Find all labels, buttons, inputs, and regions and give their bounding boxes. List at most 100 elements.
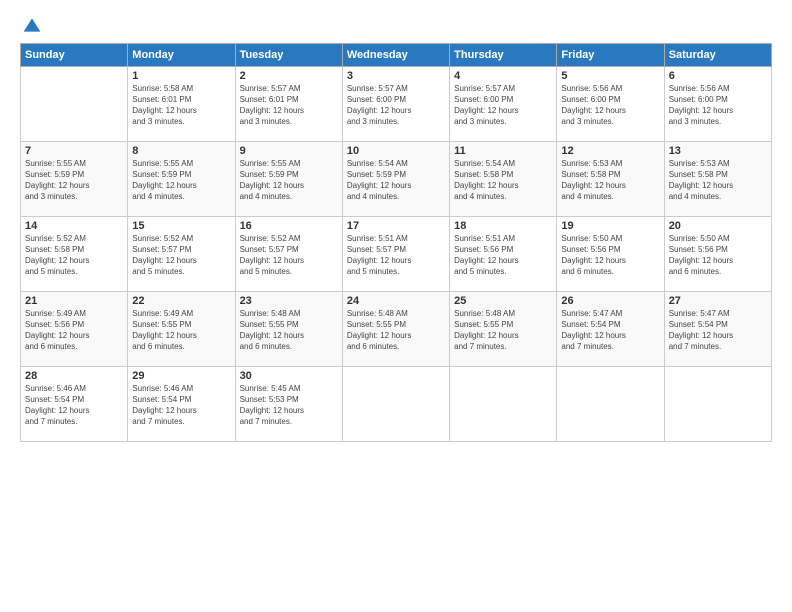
day-number: 23 xyxy=(240,295,338,307)
day-number: 8 xyxy=(132,145,230,157)
day-header-monday: Monday xyxy=(128,44,235,67)
day-number: 5 xyxy=(561,70,659,82)
day-info: Sunrise: 5:57 AM Sunset: 6:00 PM Dayligh… xyxy=(347,84,445,127)
day-info: Sunrise: 5:57 AM Sunset: 6:00 PM Dayligh… xyxy=(454,84,552,127)
calendar-cell: 22 Sunrise: 5:49 AM Sunset: 5:55 PM Dayli… xyxy=(128,292,235,367)
day-info: Sunrise: 5:47 AM Sunset: 5:54 PM Dayligh… xyxy=(561,309,659,352)
day-number: 10 xyxy=(347,145,445,157)
day-info: Sunrise: 5:56 AM Sunset: 6:00 PM Dayligh… xyxy=(561,84,659,127)
calendar-cell: 23 Sunrise: 5:48 AM Sunset: 5:55 PM Dayli… xyxy=(235,292,342,367)
calendar-cell: 16 Sunrise: 5:52 AM Sunset: 5:57 PM Dayli… xyxy=(235,217,342,292)
day-info: Sunrise: 5:56 AM Sunset: 6:00 PM Dayligh… xyxy=(669,84,767,127)
calendar-cell: 20 Sunrise: 5:50 AM Sunset: 5:56 PM Dayli… xyxy=(664,217,771,292)
calendar-cell: 9 Sunrise: 5:55 AM Sunset: 5:59 PM Daylig… xyxy=(235,142,342,217)
day-number: 3 xyxy=(347,70,445,82)
day-number: 21 xyxy=(25,295,123,307)
calendar-cell: 2Sunrise: 5:57 AM Sunset: 6:01 PM Daylig… xyxy=(235,67,342,142)
day-header-thursday: Thursday xyxy=(450,44,557,67)
day-number: 22 xyxy=(132,295,230,307)
day-number: 1 xyxy=(132,70,230,82)
calendar-cell: 26 Sunrise: 5:47 AM Sunset: 5:54 PM Dayli… xyxy=(557,292,664,367)
day-number: 27 xyxy=(669,295,767,307)
calendar-cell: 19 Sunrise: 5:50 AM Sunset: 5:56 PM Dayli… xyxy=(557,217,664,292)
calendar-body: 1 Sunrise: 5:58 AM Sunset: 6:01 PM Daylig… xyxy=(21,67,772,442)
calendar-cell: 21 Sunrise: 5:49 AM Sunset: 5:56 PM Dayli… xyxy=(21,292,128,367)
calendar-cell: 8 Sunrise: 5:55 AM Sunset: 5:59 PM Daylig… xyxy=(128,142,235,217)
day-info: Sunrise: 5:52 AM Sunset: 5:57 PM Dayligh… xyxy=(240,234,338,277)
day-info: Sunrise: 5:49 AM Sunset: 5:55 PM Dayligh… xyxy=(132,309,230,352)
logo xyxy=(20,15,42,33)
calendar-cell: 3 Sunrise: 5:57 AM Sunset: 6:00 PM Daylig… xyxy=(342,67,449,142)
day-info: Sunrise: 5:50 AM Sunset: 5:56 PM Dayligh… xyxy=(669,234,767,277)
day-header-tuesday: Tuesday xyxy=(235,44,342,67)
calendar-cell: 15Sunrise: 5:52 AM Sunset: 5:57 PM Dayli… xyxy=(128,217,235,292)
day-number: 11 xyxy=(454,145,552,157)
week-row-4: 21 Sunrise: 5:49 AM Sunset: 5:56 PM Dayli… xyxy=(21,292,772,367)
day-info: Sunrise: 5:49 AM Sunset: 5:56 PM Dayligh… xyxy=(25,309,123,352)
day-info: Sunrise: 5:48 AM Sunset: 5:55 PM Dayligh… xyxy=(347,309,445,352)
day-number: 20 xyxy=(669,220,767,232)
day-number: 30 xyxy=(240,370,338,382)
calendar-cell: 14 Sunrise: 5:52 AM Sunset: 5:58 PM Dayli… xyxy=(21,217,128,292)
calendar-cell: 24 Sunrise: 5:48 AM Sunset: 5:55 PM Dayli… xyxy=(342,292,449,367)
calendar-cell: 7 Sunrise: 5:55 AM Sunset: 5:59 PM Daylig… xyxy=(21,142,128,217)
day-info: Sunrise: 5:52 AM Sunset: 5:58 PM Dayligh… xyxy=(25,234,123,277)
day-info: Sunrise: 5:47 AM Sunset: 5:54 PM Dayligh… xyxy=(669,309,767,352)
calendar-cell xyxy=(664,367,771,442)
calendar-cell: 11 Sunrise: 5:54 AM Sunset: 5:58 PM Dayli… xyxy=(450,142,557,217)
day-number: 16 xyxy=(240,220,338,232)
day-info: Sunrise: 5:50 AM Sunset: 5:56 PM Dayligh… xyxy=(561,234,659,277)
day-info: Sunrise: 5:46 AM Sunset: 5:54 PM Dayligh… xyxy=(132,384,230,427)
day-info: Sunrise: 5:46 AM Sunset: 5:54 PM Dayligh… xyxy=(25,384,123,427)
day-info: Sunrise: 5:48 AM Sunset: 5:55 PM Dayligh… xyxy=(240,309,338,352)
day-number: 12 xyxy=(561,145,659,157)
calendar-cell xyxy=(21,67,128,142)
calendar-cell: 17Sunrise: 5:51 AM Sunset: 5:57 PM Dayli… xyxy=(342,217,449,292)
day-number: 29 xyxy=(132,370,230,382)
calendar-cell: 25Sunrise: 5:48 AM Sunset: 5:55 PM Dayli… xyxy=(450,292,557,367)
calendar-cell: 5 Sunrise: 5:56 AM Sunset: 6:00 PM Daylig… xyxy=(557,67,664,142)
day-info: Sunrise: 5:58 AM Sunset: 6:01 PM Dayligh… xyxy=(132,84,230,127)
day-info: Sunrise: 5:53 AM Sunset: 5:58 PM Dayligh… xyxy=(561,159,659,202)
calendar-header-row: SundayMondayTuesdayWednesdayThursdayFrid… xyxy=(21,44,772,67)
day-header-saturday: Saturday xyxy=(664,44,771,67)
day-number: 7 xyxy=(25,145,123,157)
day-info: Sunrise: 5:45 AM Sunset: 5:53 PM Dayligh… xyxy=(240,384,338,427)
day-number: 26 xyxy=(561,295,659,307)
week-row-2: 7 Sunrise: 5:55 AM Sunset: 5:59 PM Daylig… xyxy=(21,142,772,217)
day-info: Sunrise: 5:55 AM Sunset: 5:59 PM Dayligh… xyxy=(240,159,338,202)
day-info: Sunrise: 5:48 AM Sunset: 5:55 PM Dayligh… xyxy=(454,309,552,352)
header xyxy=(20,15,772,33)
week-row-3: 14 Sunrise: 5:52 AM Sunset: 5:58 PM Dayli… xyxy=(21,217,772,292)
calendar-cell: 4 Sunrise: 5:57 AM Sunset: 6:00 PM Daylig… xyxy=(450,67,557,142)
day-info: Sunrise: 5:57 AM Sunset: 6:01 PM Dayligh… xyxy=(240,84,338,127)
day-number: 17 xyxy=(347,220,445,232)
calendar-cell: 6 Sunrise: 5:56 AM Sunset: 6:00 PM Daylig… xyxy=(664,67,771,142)
day-info: Sunrise: 5:54 AM Sunset: 5:58 PM Dayligh… xyxy=(454,159,552,202)
calendar-cell: 28 Sunrise: 5:46 AM Sunset: 5:54 PM Dayli… xyxy=(21,367,128,442)
day-number: 9 xyxy=(240,145,338,157)
calendar-page: SundayMondayTuesdayWednesdayThursdayFrid… xyxy=(0,0,792,612)
day-number: 19 xyxy=(561,220,659,232)
day-header-friday: Friday xyxy=(557,44,664,67)
day-number: 6 xyxy=(669,70,767,82)
day-number: 24 xyxy=(347,295,445,307)
day-info: Sunrise: 5:55 AM Sunset: 5:59 PM Dayligh… xyxy=(25,159,123,202)
calendar-cell: 12 Sunrise: 5:53 AM Sunset: 5:58 PM Dayli… xyxy=(557,142,664,217)
day-number: 28 xyxy=(25,370,123,382)
calendar-table: SundayMondayTuesdayWednesdayThursdayFrid… xyxy=(20,43,772,442)
day-number: 13 xyxy=(669,145,767,157)
week-row-1: 1 Sunrise: 5:58 AM Sunset: 6:01 PM Daylig… xyxy=(21,67,772,142)
calendar-cell: 1 Sunrise: 5:58 AM Sunset: 6:01 PM Daylig… xyxy=(128,67,235,142)
calendar-cell: 30 Sunrise: 5:45 AM Sunset: 5:53 PM Dayli… xyxy=(235,367,342,442)
day-info: Sunrise: 5:54 AM Sunset: 5:59 PM Dayligh… xyxy=(347,159,445,202)
calendar-cell: 18Sunrise: 5:51 AM Sunset: 5:56 PM Dayli… xyxy=(450,217,557,292)
day-number: 4 xyxy=(454,70,552,82)
day-header-sunday: Sunday xyxy=(21,44,128,67)
day-info: Sunrise: 5:51 AM Sunset: 5:56 PM Dayligh… xyxy=(454,234,552,277)
day-header-wednesday: Wednesday xyxy=(342,44,449,67)
day-info: Sunrise: 5:52 AM Sunset: 5:57 PM Dayligh… xyxy=(132,234,230,277)
calendar-cell xyxy=(557,367,664,442)
day-info: Sunrise: 5:55 AM Sunset: 5:59 PM Dayligh… xyxy=(132,159,230,202)
day-number: 14 xyxy=(25,220,123,232)
